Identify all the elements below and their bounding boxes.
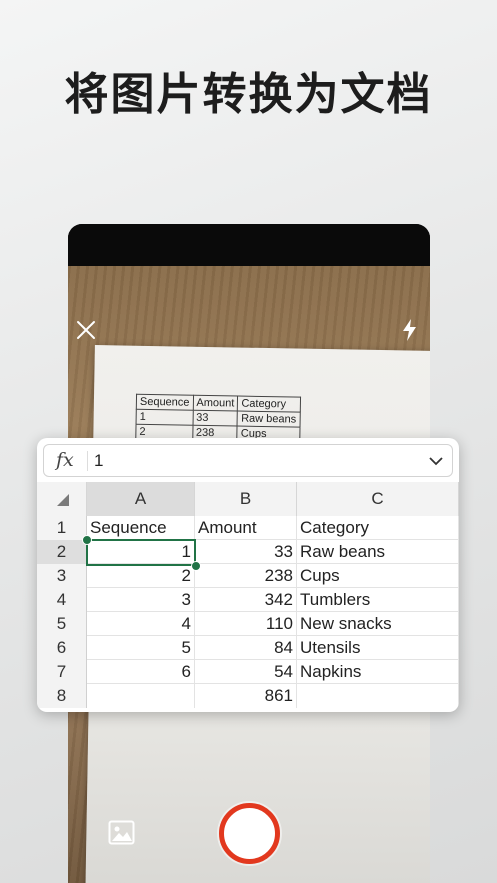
cell[interactable]: Amount [195,516,297,540]
cell[interactable]: 342 [195,588,297,612]
selection-handle-top-left[interactable] [82,535,92,545]
row-header[interactable]: 1 [37,516,87,540]
cell[interactable]: Sequence [87,516,195,540]
cell[interactable]: New snacks [297,612,459,636]
printed-table: Sequence Amount Category 1 33 Raw beans … [135,394,301,443]
spreadsheet-preview: fx A B C 1 Sequence Amount Category 2 1 … [37,438,459,712]
formula-bar: fx [43,444,453,477]
cell[interactable]: 861 [195,684,297,708]
close-icon[interactable] [76,320,96,340]
row-header[interactable]: 7 [37,660,87,684]
cell[interactable]: 33 [195,540,297,564]
cell[interactable]: 238 [195,564,297,588]
row-header[interactable]: 2 [37,540,87,564]
cell[interactable]: 2 [87,564,195,588]
cell[interactable]: Raw beans [297,540,459,564]
cell[interactable]: 110 [195,612,297,636]
cell[interactable] [87,684,195,708]
flash-icon[interactable] [400,318,420,342]
promo-title: 将图片转换为文档 [64,69,433,120]
row-header[interactable]: 5 [37,612,87,636]
cell[interactable]: 54 [195,660,297,684]
chevron-down-icon[interactable] [428,453,444,469]
table-row: 1 Sequence Amount Category [37,516,459,540]
cell[interactable]: Cups [297,564,459,588]
row-header[interactable]: 4 [37,588,87,612]
formula-input[interactable] [94,448,414,474]
printed-cell: Amount [192,395,239,412]
table-row: 2 1 33 Raw beans [37,540,459,564]
printed-cell: Category [237,396,301,413]
cell[interactable] [297,684,459,708]
cell[interactable]: Category [297,516,459,540]
row-header[interactable]: 6 [37,636,87,660]
cell[interactable]: 3 [87,588,195,612]
table-row: 4 3 342 Tumblers [37,588,459,612]
printed-cell: Sequence [136,394,194,411]
column-header-c[interactable]: C [297,482,459,516]
table-row: 3 2 238 Cups [37,564,459,588]
table-row: 8 861 [37,684,459,708]
printed-cell: 1 [136,409,193,426]
phone-status-bar [68,224,430,266]
table-row: 7 6 54 Napkins [37,660,459,684]
cell[interactable]: Napkins [297,660,459,684]
printed-cell: 33 [192,410,238,427]
column-header-b[interactable]: B [195,482,297,516]
column-header-a[interactable]: A [87,482,195,516]
select-all-corner[interactable] [37,482,87,516]
cell[interactable]: 1 [87,540,195,564]
table-row: 5 4 110 New snacks [37,612,459,636]
cell[interactable]: 4 [87,612,195,636]
image-gallery-icon[interactable] [108,820,135,845]
column-header-row: A B C [37,482,459,516]
cell[interactable]: Tumblers [297,588,459,612]
shutter-button[interactable] [219,803,280,864]
printed-cell: Raw beans [237,411,300,428]
cell[interactable]: 84 [195,636,297,660]
row-header[interactable]: 3 [37,564,87,588]
selection-handle-bottom-right[interactable] [191,561,201,571]
cell[interactable]: Utensils [297,636,459,660]
fx-label: fx [56,449,74,471]
formula-divider [87,451,88,471]
row-header[interactable]: 8 [37,684,87,708]
cell[interactable]: 6 [87,660,195,684]
cell[interactable]: 5 [87,636,195,660]
table-row: 6 5 84 Utensils [37,636,459,660]
